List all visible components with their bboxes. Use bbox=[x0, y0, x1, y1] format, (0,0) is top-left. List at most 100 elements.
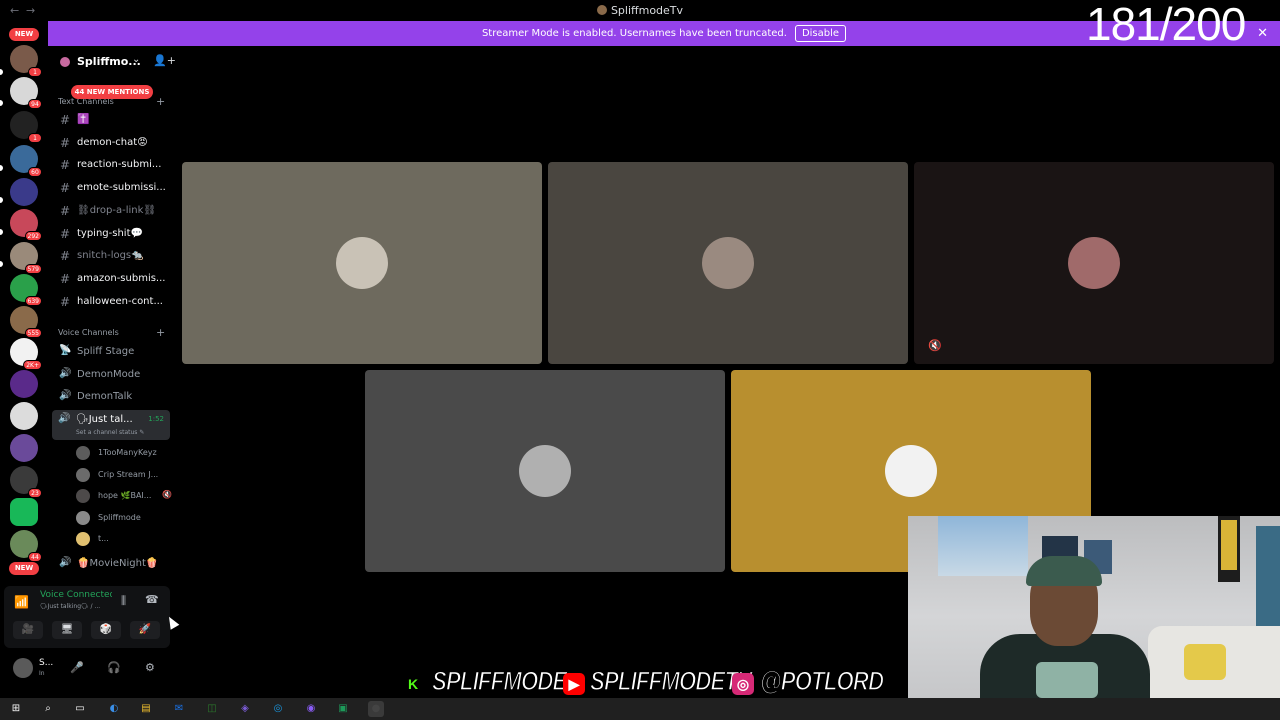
avatar[interactable] bbox=[13, 658, 33, 678]
screen-share-button[interactable]: 🖥 bbox=[52, 621, 82, 639]
noise-suppression-icon[interactable]: ⫼ bbox=[121, 594, 126, 608]
text-channel[interactable]: # halloween-cont... bbox=[58, 292, 174, 312]
unread-indicator bbox=[0, 165, 3, 171]
voice-channel[interactable]: 🔊 DemonMode bbox=[58, 365, 174, 385]
text-channel[interactable]: # demon-chat😡 bbox=[58, 133, 174, 153]
server-icon[interactable]: 44 bbox=[10, 530, 42, 562]
taskbar-app-icon[interactable]: ▭ bbox=[72, 701, 88, 717]
hash-icon: # bbox=[60, 158, 71, 173]
taskbar-app-icon[interactable]: ▤ bbox=[138, 701, 154, 717]
server-icon[interactable] bbox=[10, 498, 38, 526]
speaker-icon: 🔊 bbox=[59, 390, 72, 401]
taskbar-app-icon[interactable]: ⌕ bbox=[40, 701, 56, 717]
text-channel-label: reaction-submi... bbox=[77, 159, 162, 171]
taskbar-app-icon[interactable]: ✉ bbox=[171, 701, 187, 717]
avatar bbox=[76, 489, 90, 503]
voice-member[interactable]: t... bbox=[76, 530, 172, 548]
avatar bbox=[76, 467, 90, 482]
taskbar-app-icon[interactable]: ◫ bbox=[204, 701, 220, 717]
server-icon[interactable]: 94 bbox=[10, 77, 42, 109]
disable-button[interactable]: Disable bbox=[794, 25, 847, 42]
user-panel: S... In 🎤 🎧 ⚙ bbox=[4, 651, 170, 687]
invite-people-icon[interactable]: 👤+ bbox=[153, 54, 176, 67]
server-icon[interactable]: 292 bbox=[10, 209, 42, 241]
activities-button[interactable]: 🎲 bbox=[91, 621, 121, 639]
unread-indicator bbox=[0, 100, 3, 106]
server-icon[interactable] bbox=[10, 434, 38, 462]
taskbar-app-icon[interactable]: ◐ bbox=[106, 701, 122, 717]
server-icon[interactable]: 1 bbox=[10, 45, 42, 77]
avatar bbox=[76, 446, 90, 460]
text-channel[interactable]: # reaction-submi... bbox=[58, 155, 174, 175]
video-tile[interactable] bbox=[548, 162, 908, 364]
signal-icon[interactable]: 📶 bbox=[14, 595, 29, 609]
settings-gear-icon[interactable]: ⚙ bbox=[145, 661, 155, 674]
server-icon[interactable] bbox=[10, 178, 38, 206]
voice-channel[interactable]: 🔊 DemonTalk bbox=[58, 387, 174, 407]
disconnect-icon[interactable]: ☎ bbox=[145, 593, 159, 606]
camera-button[interactable]: 🎥 bbox=[13, 621, 43, 639]
unread-indicator bbox=[0, 229, 3, 235]
text-channel-label: demon-chat😡 bbox=[77, 136, 148, 148]
video-tile[interactable] bbox=[182, 162, 542, 364]
text-channel[interactable]: # ⛓drop-a-link⛓ bbox=[58, 201, 174, 221]
new-mentions-pill[interactable]: 44 NEW MENTIONS bbox=[71, 85, 153, 99]
voice-member[interactable]: 1TooManyKeyz bbox=[76, 444, 172, 462]
new-unreads-pill-bottom[interactable]: NEW bbox=[9, 562, 39, 575]
server-icon[interactable] bbox=[10, 370, 38, 398]
member-name: hope 🌿BAI... bbox=[98, 491, 152, 500]
taskbar-app-icon[interactable]: ⊞ bbox=[8, 701, 24, 717]
category-voice-channels[interactable]: Voice Channels + bbox=[58, 326, 165, 339]
voice-channel[interactable]: 📡 Spliff Stage bbox=[58, 342, 174, 362]
mention-badge: 1 bbox=[28, 133, 42, 143]
create-channel-icon[interactable]: + bbox=[156, 95, 165, 108]
server-icon[interactable]: 639 bbox=[10, 274, 42, 306]
server-icon[interactable] bbox=[10, 402, 38, 430]
chevron-down-icon[interactable]: ⌄ bbox=[132, 54, 140, 65]
taskbar-app-icon[interactable]: ◉ bbox=[303, 701, 319, 717]
taskbar-app-icon[interactable]: ▣ bbox=[335, 701, 351, 717]
headset-icon[interactable]: 🎧 bbox=[107, 661, 121, 674]
hash-icon: # bbox=[60, 113, 71, 127]
server-icon[interactable]: 1 bbox=[10, 111, 42, 143]
participant-avatar bbox=[702, 237, 754, 289]
microphone-icon[interactable]: 🎤 bbox=[70, 661, 84, 674]
server-icon[interactable]: 60 bbox=[10, 145, 42, 177]
mention-badge: 60 bbox=[28, 167, 42, 177]
taskbar-app-icon[interactable]: ● bbox=[368, 701, 384, 717]
voice-member[interactable]: hope 🌿BAI... 🔇 bbox=[76, 487, 172, 505]
video-tile[interactable]: 🔇 bbox=[914, 162, 1274, 364]
new-unreads-pill-top[interactable]: NEW bbox=[9, 28, 39, 41]
server-icon[interactable]: 2K+ bbox=[10, 338, 42, 370]
voice-member[interactable]: Spliffmode bbox=[76, 509, 172, 527]
mention-badge: 555 bbox=[24, 328, 42, 338]
text-channel[interactable]: # typing-shit💬 bbox=[58, 224, 174, 244]
server-icon[interactable]: 555 bbox=[10, 306, 42, 338]
voice-connected-channel[interactable]: 🗣Just talking🗣 / ... bbox=[40, 603, 100, 610]
user-status: In bbox=[39, 670, 45, 677]
soundboard-button[interactable]: 🚀 bbox=[130, 621, 160, 639]
member-name: Crip Stream J... bbox=[98, 469, 159, 479]
create-channel-icon[interactable]: + bbox=[156, 326, 165, 339]
text-channel-label: ✝️ bbox=[77, 114, 90, 125]
server-header[interactable]: Spliffmo... ⌄ 👤+ bbox=[48, 46, 178, 78]
mention-badge: 1 bbox=[28, 67, 42, 77]
mention-badge: 639 bbox=[24, 296, 42, 306]
hash-icon: # bbox=[60, 203, 71, 218]
voice-channel-movienight[interactable]: 🔊 🍿MovieNight🍿 bbox=[58, 554, 174, 574]
video-tile[interactable] bbox=[365, 370, 725, 572]
text-channel[interactable]: # amazon-submis... bbox=[58, 269, 174, 289]
active-voice-channel[interactable]: 🔊 🗣Just tal... 1:52 Set a channel status… bbox=[52, 410, 170, 440]
text-channel[interactable]: # snitch-logs🐀 bbox=[58, 246, 174, 266]
voice-member[interactable]: Crip Stream J... bbox=[76, 466, 172, 484]
channel-status[interactable]: Set a channel status ✎ bbox=[76, 429, 144, 436]
taskbar-app-icon[interactable]: ◎ bbox=[270, 701, 286, 717]
text-channel[interactable]: # emote-submissi... bbox=[58, 178, 174, 198]
text-channel[interactable]: # ✝️ bbox=[58, 110, 174, 130]
text-channel-label: amazon-submis... bbox=[77, 272, 166, 284]
server-icon[interactable]: 579 bbox=[10, 242, 42, 274]
muted-icon: 🔇 bbox=[928, 339, 942, 352]
server-icon bbox=[60, 57, 70, 67]
server-icon[interactable]: 23 bbox=[10, 466, 42, 498]
taskbar-app-icon[interactable]: ◈ bbox=[237, 701, 253, 717]
